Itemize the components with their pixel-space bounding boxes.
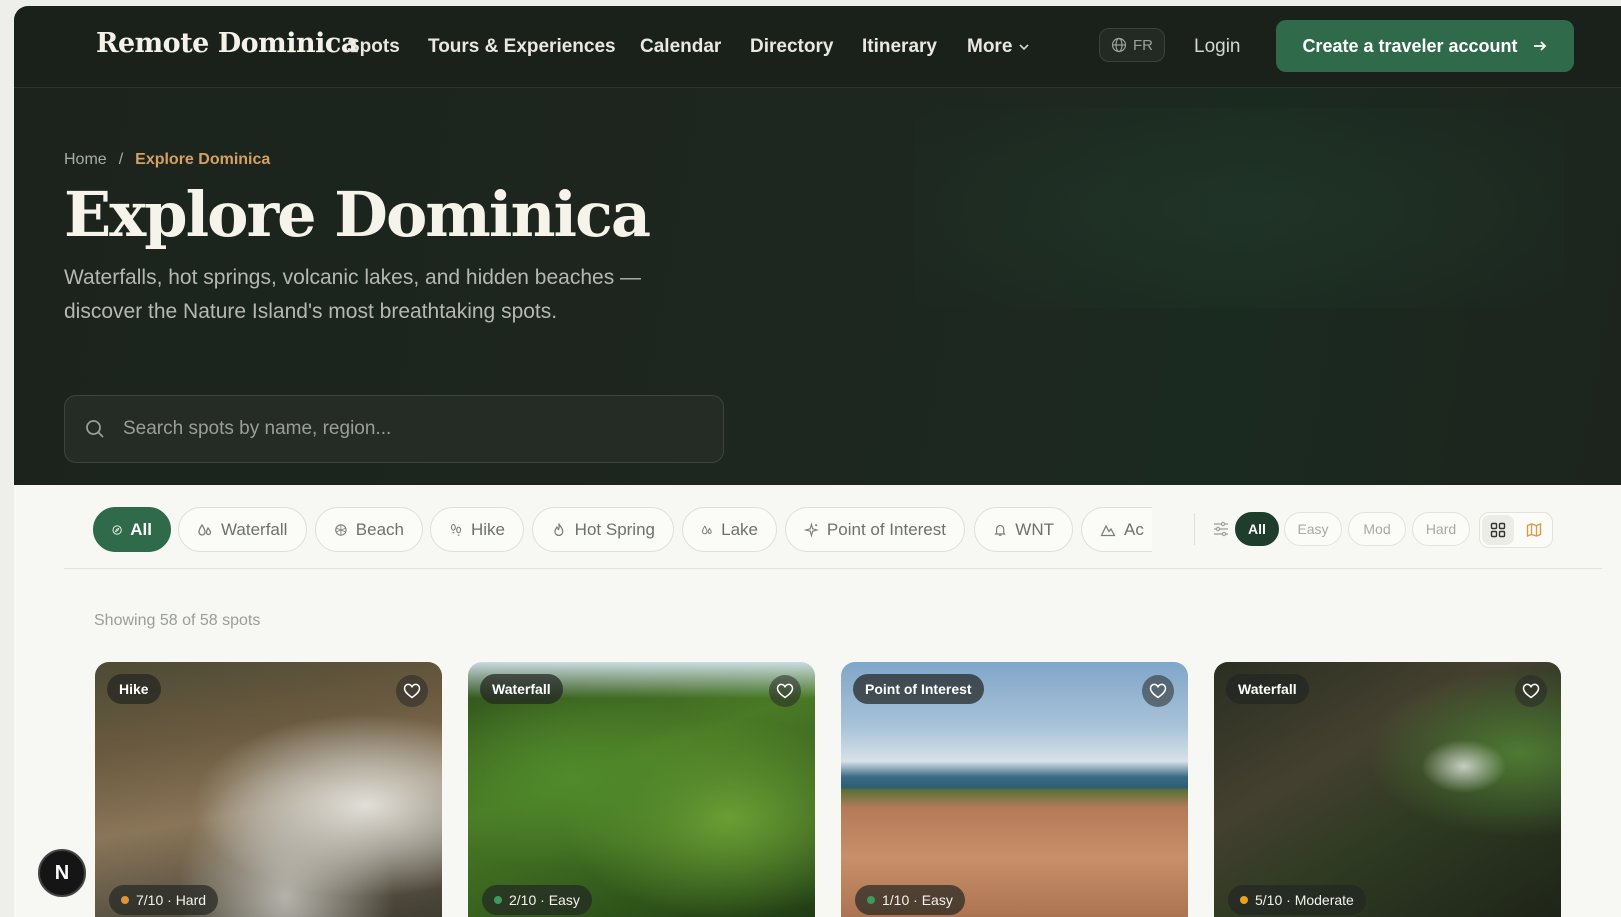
language-switcher[interactable]: FR <box>1099 28 1165 62</box>
hero-section: Home / Explore Dominica Explore Dominica… <box>14 88 1621 485</box>
category-chip-all[interactable]: All <box>93 507 171 552</box>
category-chip-label: Point of Interest <box>826 519 946 539</box>
footprints-icon <box>450 523 462 536</box>
create-account-button[interactable]: Create a traveler account <box>1276 20 1574 72</box>
compass-icon <box>112 524 122 535</box>
heart-icon <box>1149 683 1167 699</box>
spot-category-badge: Point of Interest <box>853 674 984 704</box>
breadcrumb-current: Explore Dominica <box>135 151 271 168</box>
spot-category-badge: Hike <box>107 674 161 704</box>
nav-itinerary[interactable]: Itinerary <box>862 36 937 58</box>
page-subtitle: Waterfalls, hot springs, volcanic lakes,… <box>64 266 642 323</box>
difficulty-hard[interactable]: Hard <box>1412 512 1470 546</box>
favorite-button[interactable] <box>1515 675 1547 707</box>
difficulty-dot <box>1240 896 1248 904</box>
section-divider <box>64 568 1602 569</box>
search-icon <box>86 420 104 438</box>
difficulty-dot <box>494 896 502 904</box>
favorite-button[interactable] <box>769 675 801 707</box>
dev-tools-badge[interactable]: N <box>38 849 86 897</box>
category-chip-lake[interactable]: Lake <box>682 507 777 552</box>
nav-calendar[interactable]: Calendar <box>640 36 721 58</box>
spot-card[interactable]: Waterfall 2/10 · Easy <box>468 662 815 917</box>
app-window: Remote Dominica Spots Tours & Experience… <box>14 6 1621 917</box>
login-link[interactable]: Login <box>1194 36 1241 58</box>
spot-rating: 1/10 · Easy <box>855 885 965 915</box>
breadcrumb-separator: / <box>118 151 124 168</box>
filter-divider <box>1194 513 1195 545</box>
droplets-icon <box>198 523 212 536</box>
search-input[interactable] <box>123 418 683 440</box>
category-chip-hike[interactable]: Hike <box>430 507 524 552</box>
results-count: Showing 58 of 58 spots <box>94 612 261 629</box>
spot-card[interactable]: Waterfall 5/10 · Moderate <box>1214 662 1561 917</box>
page-title: Explore Dominica <box>64 178 651 251</box>
category-chip-label: Waterfall <box>221 519 288 539</box>
droplets-icon <box>702 524 712 534</box>
difficulty-all[interactable]: All <box>1235 512 1279 546</box>
nav-more[interactable]: More <box>967 36 1030 58</box>
spot-rating-label: 7/10 · Hard <box>136 892 207 908</box>
heart-icon <box>776 683 794 699</box>
brand-logo[interactable]: Remote Dominica <box>96 28 358 59</box>
mountain-icon <box>1100 524 1116 536</box>
nav-spots[interactable]: Spots <box>347 36 400 58</box>
difficulty-dot <box>121 896 129 904</box>
grid-view-button[interactable] <box>1482 515 1514 545</box>
nav-tours[interactable]: Tours & Experiences <box>428 36 616 58</box>
nav-more-label: More <box>967 36 1013 57</box>
top-navigation: Remote Dominica Spots Tours & Experience… <box>14 6 1621 88</box>
heart-icon <box>403 683 421 699</box>
spot-rating: 7/10 · Hard <box>109 885 219 915</box>
spot-rating-label: 5/10 · Moderate <box>1255 892 1354 908</box>
spot-category-badge: Waterfall <box>1226 674 1309 704</box>
category-chip-label: All <box>130 519 152 539</box>
spot-rating: 5/10 · Moderate <box>1228 885 1366 915</box>
view-toggle <box>1479 512 1553 548</box>
category-chip-label: Hike <box>470 519 505 539</box>
flame-icon <box>554 522 564 536</box>
spot-rating-label: 2/10 · Easy <box>509 892 580 908</box>
category-chip-point-of-interest[interactable]: Point of Interest <box>785 507 965 552</box>
category-chip-label: Hot Spring <box>574 519 655 539</box>
category-chip-label: WNT <box>1015 519 1054 539</box>
filter-bar: All Waterfall Beach Hike Hot Spring Lake… <box>14 485 1621 569</box>
category-chip-beach[interactable]: Beach <box>315 507 423 552</box>
spot-rating-label: 1/10 · Easy <box>882 892 953 908</box>
category-chip-hot-spring[interactable]: Hot Spring <box>532 507 674 552</box>
spot-rating: 2/10 · Easy <box>482 885 592 915</box>
nav-directory[interactable]: Directory <box>750 36 833 58</box>
favorite-button[interactable] <box>1142 675 1174 707</box>
bell-icon <box>994 524 1006 536</box>
grid-icon <box>1490 522 1506 538</box>
chevron-down-icon <box>1019 44 1029 51</box>
shell-icon <box>335 523 347 536</box>
spot-category-badge: Waterfall <box>480 674 563 704</box>
category-chip-label: Lake <box>721 519 758 539</box>
heart-icon <box>1522 683 1540 699</box>
map-icon <box>1526 522 1542 538</box>
favorite-button[interactable] <box>396 675 428 707</box>
breadcrumb: Home / Explore Dominica <box>64 151 270 169</box>
difficulty-moderate[interactable]: Mod <box>1348 512 1406 546</box>
category-chip-wnt[interactable]: WNT <box>974 507 1073 552</box>
language-label: FR <box>1133 36 1153 54</box>
search-box[interactable] <box>64 395 724 463</box>
difficulty-easy[interactable]: Easy <box>1284 512 1342 546</box>
sparkles-icon <box>804 521 819 538</box>
spot-card[interactable]: Point of Interest 1/10 · Easy <box>841 662 1188 917</box>
map-view-button[interactable] <box>1518 515 1550 545</box>
category-chip-label: Ac <box>1124 519 1144 539</box>
create-account-label: Create a traveler account <box>1302 35 1518 56</box>
sliders-icon <box>1212 520 1230 543</box>
breadcrumb-home[interactable]: Home <box>64 151 107 169</box>
category-chip-ac[interactable]: Ac <box>1081 507 1152 552</box>
spot-card[interactable]: Hike 7/10 · Hard <box>95 662 442 917</box>
category-chip-waterfall[interactable]: Waterfall <box>178 507 307 552</box>
category-chip-label: Beach <box>355 519 404 539</box>
difficulty-dot <box>867 896 875 904</box>
globe-icon <box>1111 37 1127 53</box>
arrow-right-icon <box>1533 41 1546 51</box>
